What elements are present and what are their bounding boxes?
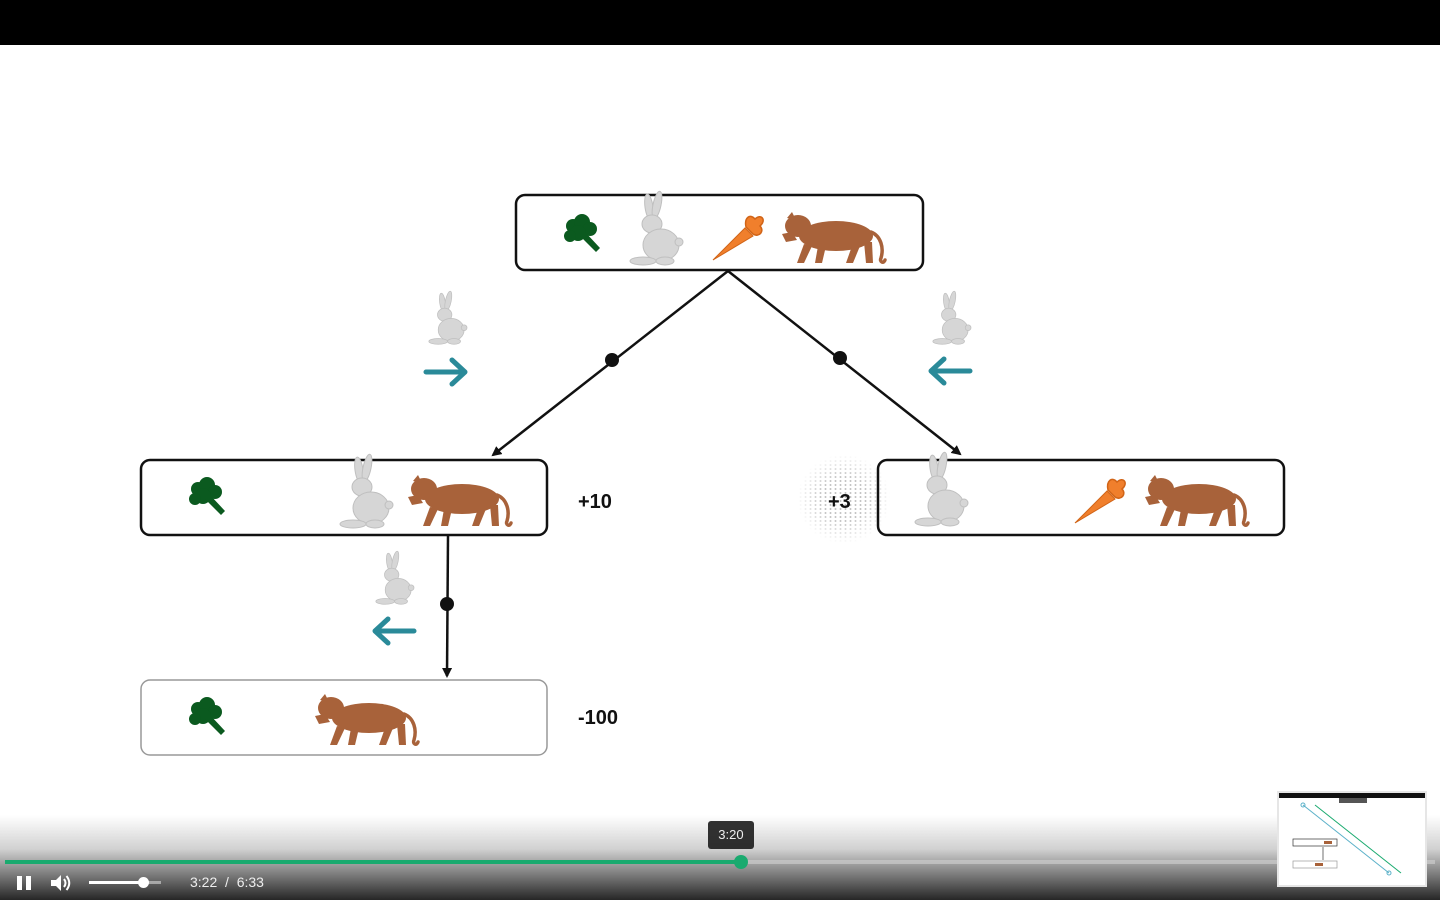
carrot-icon [1074, 478, 1126, 524]
arrow-right-icon [426, 360, 465, 384]
action-node [605, 353, 619, 367]
action-node [833, 351, 847, 365]
reward-right: +3 [828, 491, 851, 513]
volume-slider[interactable] [89, 877, 161, 888]
rabbit-icon [629, 189, 684, 266]
volume-icon [51, 875, 71, 891]
diagram [139, 189, 1286, 756]
tiger-icon [1143, 473, 1250, 528]
tiger-icon [406, 473, 513, 528]
time-display: 3:22 / 6:33 [190, 874, 264, 890]
broccoli-icon [189, 697, 225, 735]
broccoli-icon [189, 477, 225, 515]
tiger-icon [780, 210, 887, 265]
time-separator: / [225, 874, 229, 890]
volume-handle[interactable] [138, 877, 149, 888]
rabbit-icon [375, 550, 415, 605]
mute-button[interactable] [48, 871, 74, 895]
broccoli-icon [564, 214, 600, 252]
arrow-left-icon [931, 359, 970, 383]
reward-left: +10 [578, 491, 612, 513]
progress-bar[interactable] [5, 855, 1435, 869]
rabbit-icon [339, 452, 394, 529]
preview-thumbnail[interactable] [1277, 791, 1427, 887]
preview-image [1279, 793, 1425, 876]
reward-bottom: -100 [578, 707, 619, 729]
hover-time-tooltip: 3:20 [708, 821, 754, 849]
rabbit-icon [428, 290, 468, 345]
tiger-icon [313, 692, 420, 747]
action-node [440, 597, 454, 611]
arrow-left-icon [375, 619, 414, 643]
carrot-icon [712, 215, 764, 261]
current-time: 3:22 [190, 874, 218, 890]
rabbit-icon [914, 450, 969, 527]
pause-icon [17, 876, 31, 890]
rabbit-icon [932, 290, 972, 345]
volume-fill [89, 881, 143, 884]
progress-fill [5, 860, 742, 864]
pause-button[interactable] [12, 872, 36, 894]
duration: 6:33 [236, 874, 264, 890]
